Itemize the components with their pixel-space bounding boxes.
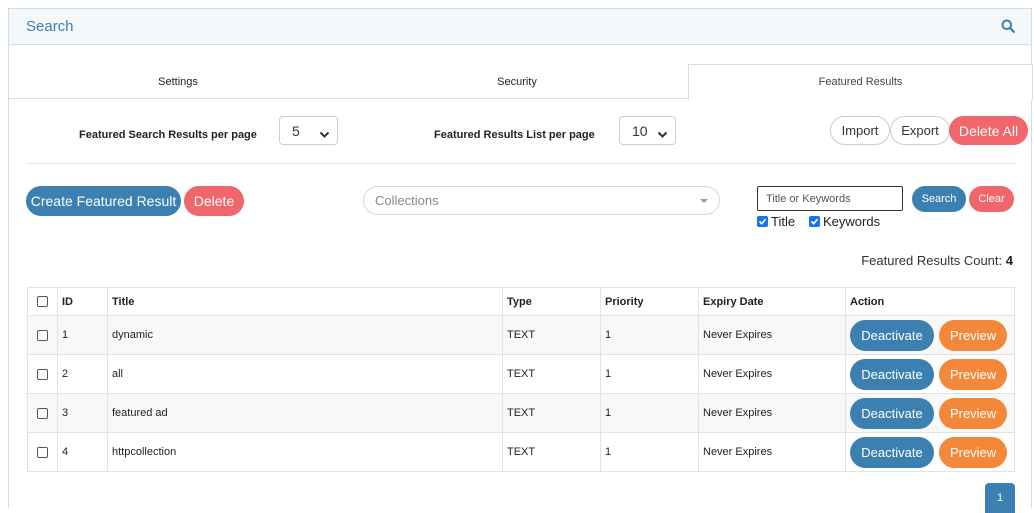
row-type: TEXT	[502, 432, 601, 472]
filter-title-checkbox[interactable]: Title	[757, 214, 795, 229]
filter-keywords-checkbox[interactable]: Keywords	[809, 214, 880, 229]
preview-button[interactable]: Preview	[939, 319, 1008, 351]
row-priority: 1	[600, 432, 699, 472]
row-type: TEXT	[502, 354, 601, 394]
row-expiry: Never Expires	[698, 354, 846, 394]
row-title: dynamic	[107, 315, 503, 355]
featured-results-count: Featured Results Count: 4	[861, 253, 1013, 268]
row-checkbox-cell	[27, 393, 58, 433]
select-all-checkbox[interactable]	[37, 296, 48, 308]
row-id: 2	[57, 354, 108, 394]
collections-placeholder: Collections	[375, 193, 439, 208]
row-id: 4	[57, 432, 108, 472]
deactivate-button[interactable]: Deactivate	[850, 319, 934, 351]
row-checkbox[interactable]	[37, 407, 48, 419]
row-expiry: Never Expires	[698, 432, 846, 472]
row-title: featured ad	[107, 393, 503, 433]
per-page-select[interactable]: 5	[279, 116, 338, 145]
row-actions: Deactivate Preview	[845, 354, 1015, 394]
panel-header: Search	[9, 9, 1031, 45]
header-expiry-date[interactable]: Expiry Date	[698, 287, 846, 316]
preview-button[interactable]: Preview	[939, 358, 1008, 390]
filter-title-label: Title	[771, 214, 796, 229]
keyword-search-input[interactable]	[757, 186, 903, 211]
featured-results-table: ID Title Type Priority Expiry Date Actio…	[27, 287, 1015, 472]
per-page-label: Featured Search Results per page	[79, 129, 257, 141]
collections-select[interactable]: Collections	[363, 186, 720, 215]
deactivate-button[interactable]: Deactivate	[850, 358, 934, 390]
row-actions: Deactivate Preview	[845, 393, 1015, 433]
row-title: httpcollection	[107, 432, 503, 472]
row-type: TEXT	[502, 315, 601, 355]
table-row: 4 httpcollection TEXT 1 Never Expires De…	[27, 432, 1015, 472]
chevron-down-icon	[319, 126, 330, 142]
checkbox-checked-icon	[809, 216, 820, 227]
caret-down-icon	[700, 199, 708, 203]
row-id: 3	[57, 393, 108, 433]
table-header-row: ID Title Type Priority Expiry Date Actio…	[27, 287, 1015, 316]
select-all-cell	[27, 287, 58, 316]
row-checkbox[interactable]	[37, 368, 48, 380]
preview-button[interactable]: Preview	[939, 436, 1008, 468]
table-row: 3 featured ad TEXT 1 Never Expires Deact…	[27, 393, 1015, 433]
list-per-page-select[interactable]: 10	[619, 116, 676, 145]
import-button[interactable]: Import	[830, 116, 890, 145]
header-type[interactable]: Type	[502, 287, 601, 316]
table-row: 2 all TEXT 1 Never Expires Deactivate Pr…	[27, 354, 1015, 394]
panel-title: Search	[26, 18, 74, 35]
table-row: 1 dynamic TEXT 1 Never Expires Deactivat…	[27, 315, 1015, 355]
row-checkbox-cell	[27, 432, 58, 472]
export-button[interactable]: Export	[890, 116, 950, 145]
row-checkbox-cell	[27, 315, 58, 355]
row-actions: Deactivate Preview	[845, 315, 1015, 355]
delete-button[interactable]: Delete	[184, 186, 244, 216]
count-label: Featured Results Count:	[861, 253, 1003, 268]
clear-button[interactable]: Clear	[969, 186, 1014, 212]
deactivate-button[interactable]: Deactivate	[850, 397, 934, 429]
header-title[interactable]: Title	[107, 287, 503, 316]
header-action: Action	[845, 287, 1015, 316]
filter-keywords-label: Keywords	[823, 214, 881, 229]
row-priority: 1	[600, 354, 699, 394]
deactivate-button[interactable]: Deactivate	[850, 436, 934, 468]
row-checkbox[interactable]	[37, 446, 48, 458]
row-expiry: Never Expires	[698, 393, 846, 433]
tab-bar: Settings Security Featured Results	[9, 64, 1033, 100]
delete-all-button[interactable]: Delete All	[949, 116, 1028, 145]
list-per-page-label: Featured Results List per page	[434, 129, 595, 141]
tab-security[interactable]: Security	[347, 64, 687, 99]
chevron-down-icon	[657, 126, 668, 142]
count-value: 4	[1005, 253, 1013, 268]
row-priority: 1	[600, 315, 699, 355]
preview-button[interactable]: Preview	[939, 397, 1008, 429]
header-id[interactable]: ID	[57, 287, 108, 316]
per-page-value: 5	[292, 122, 300, 139]
list-per-page-value: 10	[632, 122, 648, 139]
row-title: all	[107, 354, 503, 394]
row-id: 1	[57, 315, 108, 355]
search-icon[interactable]	[1001, 19, 1017, 35]
row-expiry: Never Expires	[698, 315, 846, 355]
settings-row: Featured Search Results per page 5 Featu…	[9, 116, 1033, 152]
pagination-page-1[interactable]: 1	[985, 483, 1015, 513]
row-priority: 1	[600, 393, 699, 433]
tab-featured-results[interactable]: Featured Results	[688, 64, 1033, 100]
create-featured-result-button[interactable]: Create Featured Result	[26, 186, 181, 216]
search-button[interactable]: Search	[912, 186, 966, 212]
header-priority[interactable]: Priority	[600, 287, 699, 316]
search-panel: Search Settings Security Featured Result…	[8, 8, 1033, 513]
row-checkbox-cell	[27, 354, 58, 394]
row-checkbox[interactable]	[37, 329, 48, 341]
row-actions: Deactivate Preview	[845, 432, 1015, 472]
divider	[26, 163, 1016, 164]
checkbox-checked-icon	[757, 216, 768, 227]
row-type: TEXT	[502, 393, 601, 433]
tab-settings[interactable]: Settings	[9, 64, 347, 99]
